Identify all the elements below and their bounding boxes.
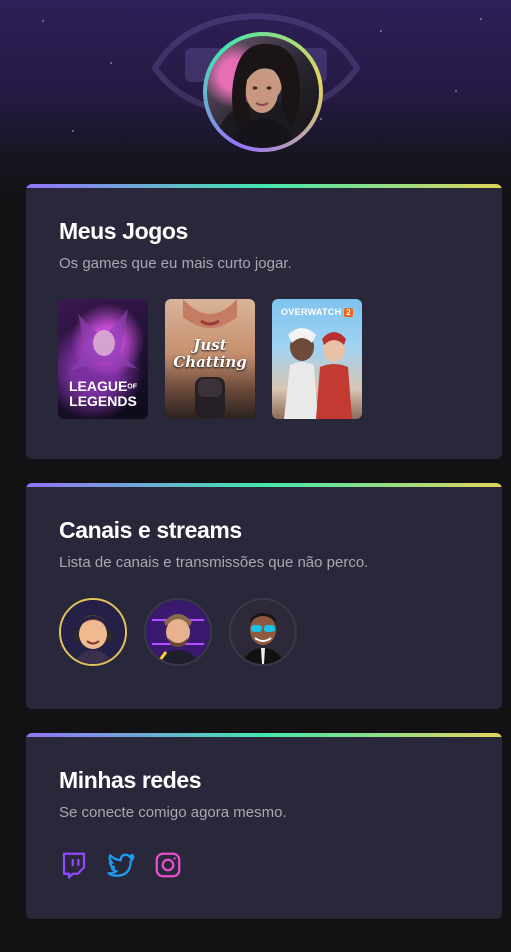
streamer-avatar-2[interactable] (144, 598, 212, 666)
game-title-line1: LEAGUE (68, 378, 128, 394)
game-title-line1: Just (193, 336, 227, 354)
socials-subtitle: Se conecte comigo agora mesmo. (59, 804, 287, 821)
channels-card: Canais e streams Lista de canais e trans… (26, 483, 502, 709)
streamer-avatar-3[interactable] (229, 598, 297, 666)
game-just-chatting[interactable]: Just Chatting (165, 299, 255, 419)
channels-list (59, 598, 297, 666)
game-title-line2: Chatting (173, 353, 247, 371)
profile-avatar (203, 32, 323, 152)
twitter-icon[interactable] (106, 850, 136, 880)
streamer-avatar-1[interactable] (59, 598, 127, 666)
twitch-icon[interactable] (59, 850, 89, 880)
social-links (59, 850, 183, 880)
profile-photo (207, 36, 319, 148)
game-title-line2: OF (127, 383, 138, 391)
games-card: Meus Jogos Os games que eu mais curto jo… (26, 184, 502, 459)
channels-title: Canais e streams (59, 517, 242, 543)
game-league-of-legends[interactable]: LEAGUEOF LEGENDS (58, 299, 148, 419)
games-list: LEAGUEOF LEGENDS Just Chatting OVERWATCH… (58, 299, 362, 419)
hero-banner (0, 0, 511, 200)
game-title-line1: OVERWATCH (281, 307, 342, 317)
game-badge: 2 (344, 308, 353, 317)
socials-card: Minhas redes Se conecte comigo agora mes… (26, 733, 502, 919)
games-title: Meus Jogos (59, 218, 188, 244)
instagram-icon[interactable] (153, 850, 183, 880)
game-title-line3: LEGENDS (69, 393, 137, 410)
socials-title: Minhas redes (59, 767, 202, 793)
channels-subtitle: Lista de canais e transmissões que não p… (59, 554, 369, 571)
games-subtitle: Os games que eu mais curto jogar. (59, 255, 292, 272)
game-overwatch-2[interactable]: OVERWATCH 2 (272, 299, 362, 419)
